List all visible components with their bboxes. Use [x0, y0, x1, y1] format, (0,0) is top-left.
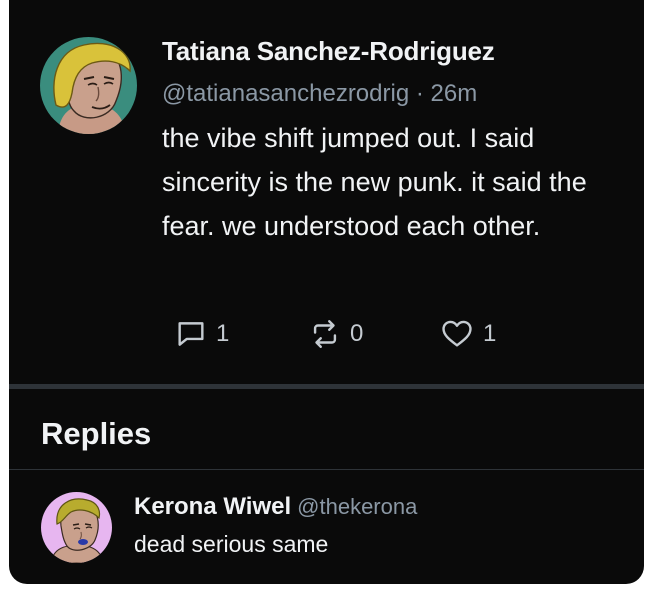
heart-icon [442, 320, 472, 347]
thread-card: Tatiana Sanchez-Rodriguez @tatianasanche… [9, 0, 644, 584]
author-handle[interactable]: @tatianasanchezrodrig [162, 80, 409, 107]
repost-button[interactable]: 0 [308, 317, 439, 351]
avatar[interactable] [40, 37, 137, 134]
avatar-illustration [41, 492, 112, 563]
reply-author-name[interactable]: Kerona Wiwel [134, 493, 291, 520]
post-actions: 1 0 1 [174, 316, 496, 352]
like-count: 1 [483, 320, 497, 347]
like-button[interactable]: 1 [439, 317, 496, 351]
section-divider [9, 384, 644, 389]
post-timestamp[interactable]: 26m [431, 80, 478, 107]
post-meta: @tatianasanchezrodrig · 26m [162, 80, 477, 108]
reply-author-handle[interactable]: @thekerona [297, 494, 417, 519]
replies-divider [9, 469, 644, 470]
speech-bubble-icon [178, 322, 204, 346]
post-text: the vibe shift jumped out. I said sincer… [162, 123, 587, 241]
meta-separator: · [409, 80, 431, 107]
avatar-illustration [40, 37, 137, 134]
repost-count: 0 [350, 320, 364, 347]
reply-author-line: Kerona Wiwel @thekerona [134, 493, 417, 521]
author-name[interactable]: Tatiana Sanchez-Rodriguez [162, 36, 495, 67]
replies-heading: Replies [41, 416, 152, 451]
reply-count: 1 [216, 320, 230, 347]
reply-avatar[interactable] [41, 492, 112, 563]
reply-button[interactable]: 1 [174, 317, 308, 351]
repost-arrows-icon [313, 320, 337, 348]
reply-text: dead serious same [134, 531, 329, 557]
main-post: Tatiana Sanchez-Rodriguez @tatianasanche… [9, 0, 644, 384]
